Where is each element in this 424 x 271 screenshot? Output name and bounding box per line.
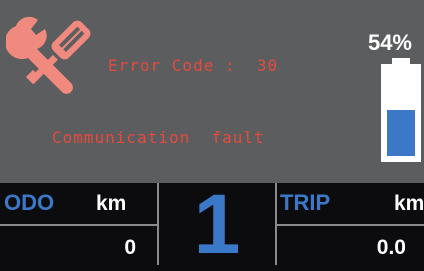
error-message-text: Communication fault — [52, 128, 265, 147]
battery-percent: 54% — [367, 30, 412, 55]
trip-label: TRIP — [280, 190, 331, 215]
trip-value: 0.0 — [376, 236, 406, 259]
error-code-text: Error Code : 30 — [108, 56, 279, 75]
ebike-display: Error Code : 30 Communication fault 54% … — [0, 0, 424, 271]
odo-divider — [0, 224, 158, 226]
odo-unit: km — [96, 192, 127, 215]
trip-unit: km — [394, 192, 424, 215]
status-panel: Error Code : 30 Communication fault 54% — [0, 0, 424, 183]
trip-divider — [276, 224, 424, 226]
assist-level: 1 — [193, 177, 241, 271]
right-divider — [275, 183, 277, 265]
battery-icon — [381, 58, 421, 162]
battery-level-fill — [387, 110, 415, 156]
left-divider — [157, 183, 159, 265]
battery-body — [381, 64, 421, 162]
odo-value: 0 — [124, 236, 136, 259]
wrench-screwdriver-icon — [6, 16, 91, 94]
odo-label: ODO — [4, 190, 55, 215]
